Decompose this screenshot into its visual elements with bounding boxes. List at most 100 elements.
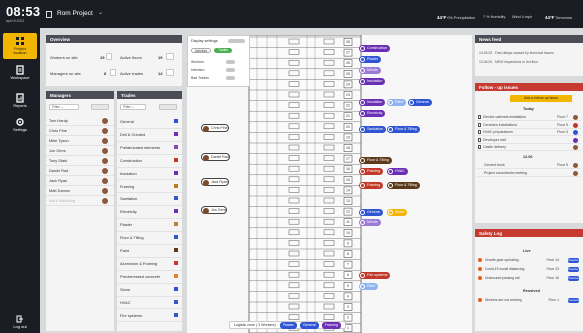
managers-filter-button[interactable] bbox=[91, 104, 109, 110]
news-item[interactable]: 14.06.20 Fast delays caused by technical… bbox=[479, 51, 554, 55]
manager-row[interactable]: Tony Stark bbox=[46, 156, 114, 166]
follow-up-item[interactable]: Project consultants meeting bbox=[477, 170, 581, 177]
trade-row[interactable]: Insulation bbox=[117, 168, 182, 181]
trade-row[interactable]: Construction bbox=[117, 155, 182, 168]
trade-row[interactable]: Sanitation bbox=[117, 193, 182, 207]
manager-row[interactable]: Chris Pine bbox=[46, 126, 114, 136]
trade-tag[interactable]: Minnie bbox=[359, 67, 381, 74]
trade-tag[interactable]: Insulation bbox=[359, 99, 386, 106]
trade-tag[interactable]: Floor & Tilling bbox=[387, 126, 420, 133]
trade-tag[interactable]: Paint bbox=[359, 283, 379, 290]
sidebar-item-project-location[interactable]: Project location bbox=[3, 33, 37, 59]
follow-up-item[interactable]: Cement truck Floor 5 bbox=[477, 162, 581, 169]
toggle-bad-trades[interactable] bbox=[226, 76, 235, 80]
trade-tag[interactable]: General bbox=[408, 99, 432, 106]
avatar bbox=[573, 130, 578, 135]
trade-tag[interactable]: Sanitation bbox=[359, 126, 386, 133]
trade-row[interactable]: Electricity bbox=[117, 206, 182, 220]
trade-tag[interactable]: Paint bbox=[387, 99, 407, 106]
manager-row[interactable]: Mike Tyson bbox=[46, 136, 114, 146]
resolve-button[interactable]: Resolve bbox=[568, 275, 579, 281]
follow-up-item[interactable]: Ceramics installations Floor 5 bbox=[477, 122, 581, 129]
manager-row[interactable]: Jack Ryan bbox=[46, 176, 114, 186]
trades-filter-button[interactable] bbox=[159, 104, 177, 110]
managers-filter[interactable]: Filter ⌄ bbox=[49, 104, 79, 110]
follow-up-item[interactable]: Developer visit bbox=[477, 137, 581, 144]
trade-tag[interactable]: Floor & Tilling bbox=[387, 182, 420, 189]
trade-tag[interactable]: Framing bbox=[359, 182, 384, 189]
legend-framing[interactable]: Framing bbox=[321, 322, 341, 329]
worker-chip[interactable]: Chris Pine bbox=[201, 124, 229, 132]
manager-row[interactable]: Jon Gens bbox=[46, 146, 114, 156]
overview-managers-icon[interactable] bbox=[110, 69, 116, 76]
trades-chip[interactable]: Trades bbox=[214, 48, 232, 53]
worker-chip[interactable]: Jack Ryan bbox=[201, 178, 229, 186]
trade-row[interactable]: Precheressed concrete bbox=[117, 271, 182, 284]
follow-up-item[interactable]: Castle delivery bbox=[477, 144, 581, 151]
overview-workers-icon[interactable] bbox=[106, 53, 112, 60]
managers-panel: Managers Filter ⌄ Tom Hardy Chris Pine Mik… bbox=[46, 91, 114, 331]
safety-item[interactable]: Workers are not working Floor 1 General bbox=[477, 296, 581, 304]
trade-row[interactable]: HVAC bbox=[117, 297, 182, 310]
trade-tag[interactable]: Electricity bbox=[359, 110, 386, 117]
trade-tag[interactable]: Stone bbox=[387, 209, 408, 216]
news-item[interactable]: 13.06.20 MEW inspections in 3rd floor bbox=[479, 60, 538, 64]
sidebar-item-settings[interactable]: Settings bbox=[3, 114, 37, 140]
trade-tag[interactable]: Construction bbox=[359, 45, 391, 52]
trade-row[interactable]: General bbox=[117, 116, 182, 129]
sidebar-item-workspace[interactable]: Workspace bbox=[3, 62, 37, 88]
activities-chip[interactable]: Activities bbox=[191, 48, 211, 53]
status-badge[interactable]: General bbox=[568, 297, 579, 303]
toggle-workers[interactable] bbox=[226, 60, 235, 64]
overview-floors-box[interactable] bbox=[166, 53, 174, 60]
trade-row[interactable]: Paint bbox=[117, 245, 182, 258]
legend-plaster[interactable]: Plaster bbox=[279, 322, 297, 329]
trade-row[interactable]: Fire systems bbox=[117, 310, 182, 323]
manager-row[interactable]: Mark Wahlberg bbox=[46, 196, 114, 206]
follow-up-item[interactable]: Electric cabinets installation Floor 7 bbox=[477, 114, 581, 121]
clock: 08:53 bbox=[6, 4, 41, 19]
trade-tag[interactable]: Minnie bbox=[359, 219, 381, 226]
trades-filter[interactable]: Filter ⌄ bbox=[120, 104, 146, 110]
overview-trades-value: 14 bbox=[158, 71, 163, 76]
floor-number: 11 bbox=[346, 220, 350, 224]
trade-dot-icon bbox=[360, 68, 365, 73]
legend-general[interactable]: General bbox=[299, 322, 319, 329]
trade-row[interactable]: Stone bbox=[117, 284, 182, 297]
trade-tag[interactable]: Framing bbox=[359, 168, 384, 175]
trade-dot-icon bbox=[388, 183, 393, 188]
project-selector[interactable]: Rom Project bbox=[57, 10, 93, 17]
trade-row[interactable]: Drill & Grinded bbox=[117, 129, 182, 142]
worker-chip[interactable]: Daniel Rad bbox=[201, 153, 230, 161]
trade-row[interactable]: Framing bbox=[117, 181, 182, 194]
manager-row[interactable]: Matt Damon bbox=[46, 186, 114, 196]
worker-chip[interactable]: Jon Gens bbox=[201, 206, 228, 214]
avatar bbox=[102, 198, 108, 204]
trade-row[interactable]: Aluminium & Framing bbox=[117, 258, 182, 271]
logout-button[interactable]: Log out bbox=[8, 315, 32, 329]
trade-tag[interactable]: Floor & Tilling bbox=[359, 157, 392, 164]
follow-up-item[interactable]: HVAC preparations Floor 3 bbox=[477, 129, 581, 136]
manager-row[interactable]: Tom Hardy bbox=[46, 116, 114, 126]
trade-tag[interactable]: Plaster bbox=[359, 56, 382, 63]
avatar bbox=[573, 115, 578, 120]
safety-item[interactable]: Unsafe gear operating Floor 14 Resolve bbox=[477, 256, 581, 264]
trade-tag[interactable]: Insulation bbox=[359, 78, 386, 85]
add-follow-up-button[interactable]: Add a follow up issue bbox=[510, 95, 572, 102]
trade-tag[interactable]: General bbox=[359, 209, 383, 216]
resolve-button[interactable]: Resolve bbox=[568, 266, 579, 272]
safety-item[interactable]: Covid-19 social distancing Floor 23 Resolv… bbox=[477, 265, 581, 273]
safety-item[interactable]: Unsecured passing rail Floor 16 Resolve bbox=[477, 274, 581, 282]
trade-row[interactable]: Floor & Tilling bbox=[117, 232, 182, 245]
display-settings-toggle[interactable] bbox=[228, 39, 245, 43]
trade-tag[interactable]: Fire systems bbox=[359, 272, 391, 279]
chevron-down-icon[interactable]: ⌄ bbox=[98, 9, 103, 16]
trade-row[interactable]: Plaster bbox=[117, 219, 182, 233]
overview-trades-box[interactable] bbox=[166, 69, 174, 76]
manager-row[interactable]: Daniel Rad bbox=[46, 166, 114, 176]
trade-tag[interactable]: HVAC bbox=[387, 168, 408, 175]
resolve-button[interactable]: Resolve bbox=[568, 257, 579, 263]
toggle-intention[interactable] bbox=[226, 68, 235, 72]
trade-row[interactable]: Prefabricated elements bbox=[117, 142, 182, 155]
sidebar-item-reports[interactable]: Reports bbox=[3, 90, 37, 116]
